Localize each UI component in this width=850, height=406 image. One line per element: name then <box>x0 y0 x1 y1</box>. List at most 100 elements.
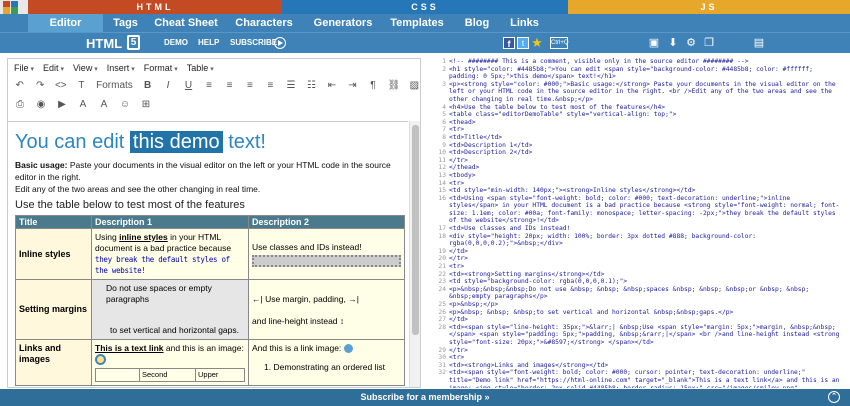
source-line[interactable]: 9 <td>Description 1</td> <box>435 142 843 150</box>
link-image[interactable] <box>343 344 353 354</box>
link-icon[interactable]: ⛓ <box>388 80 401 91</box>
subscribe-link[interactable]: SUBSCRIBE <box>230 38 277 47</box>
menu-table[interactable]: Table <box>187 63 214 73</box>
nav-tags[interactable]: Tags <box>103 14 148 32</box>
source-line[interactable]: 27 </td> <box>435 316 843 324</box>
text-color-icon[interactable]: A <box>77 99 89 110</box>
section-html[interactable]: HTML <box>28 0 282 14</box>
source-line[interactable]: 23 <td style="background-color: rgba(0,0,… <box>435 278 843 286</box>
source-line[interactable]: 28 <td><span style="line-height: 35px;">&… <box>435 324 843 347</box>
indent-icon[interactable]: ⇥ <box>347 80 358 91</box>
nav-links[interactable]: Links <box>502 14 547 32</box>
text-link[interactable]: This is a text link <box>95 343 164 353</box>
menu-edit[interactable]: Edit <box>43 63 64 73</box>
source-line[interactable]: 13 <tbody> <box>435 172 843 180</box>
source-line[interactable]: 20 </tr> <box>435 255 843 263</box>
menu-view[interactable]: View <box>73 63 98 73</box>
download-icon[interactable]: ⬇ <box>667 37 679 49</box>
settings-icon[interactable]: ⚙ <box>685 37 697 49</box>
source-line[interactable]: 11 </tr> <box>435 157 843 165</box>
play-icon[interactable] <box>274 37 286 49</box>
nav-characters[interactable]: Characters <box>224 14 304 32</box>
image-icon[interactable]: ▨ <box>409 80 420 91</box>
brand-name[interactable]: HTML <box>86 36 122 51</box>
undo-icon[interactable]: ↶ <box>14 80 25 91</box>
paragraph-icon[interactable]: ¶ <box>367 80 378 91</box>
twitter-icon[interactable]: t <box>517 37 529 49</box>
source-line[interactable]: 24 <p>&nbsp;&nbsp;&nbsp;Do not use &nbsp;… <box>435 286 843 301</box>
scroll-top-icon[interactable]: ⌃ <box>828 391 840 403</box>
source-editor[interactable]: 1 <!-- ######## This is a comment, visibl… <box>435 58 843 388</box>
code-icon[interactable]: <> <box>55 80 67 91</box>
facebook-icon[interactable]: f <box>503 37 515 49</box>
source-line[interactable]: 1 <!-- ######## This is a comment, visibl… <box>435 58 843 66</box>
source-line[interactable]: 7 <tr> <box>435 126 843 134</box>
source-line[interactable]: 19 </td> <box>435 248 843 256</box>
source-line[interactable]: 30 <tr> <box>435 354 843 362</box>
source-line[interactable]: 6 <thead> <box>435 119 843 127</box>
table-icon[interactable]: ⊞ <box>140 99 152 110</box>
clear-format-icon[interactable]: T <box>76 80 87 91</box>
bg-color-icon[interactable]: A <box>98 99 110 110</box>
source-line[interactable]: 8 <td>Title</td> <box>435 134 843 142</box>
save-icon[interactable]: ▣ <box>648 37 660 49</box>
copy-icon[interactable]: ❐ <box>703 37 715 49</box>
source-line[interactable]: 3 <p><strong style="color: #000;">Basic u… <box>435 81 843 104</box>
ctrl-q-button[interactable]: Ctrl+Q <box>550 37 569 49</box>
formats-dropdown[interactable]: Formats <box>96 80 133 91</box>
nav-templates[interactable]: Templates <box>382 14 452 32</box>
justify-icon[interactable]: ≡ <box>265 80 276 91</box>
preview-icon[interactable]: ◉ <box>35 99 47 110</box>
source-line[interactable]: 10 <td>Description 2</td> <box>435 149 843 157</box>
document-content[interactable]: You can edit this demo text! Basic usage… <box>8 121 408 387</box>
outdent-icon[interactable]: ⇤ <box>326 80 337 91</box>
source-line[interactable]: 32 <td><span style="font-weight: bold; co… <box>435 369 843 388</box>
editor-scrollbar[interactable] <box>409 121 420 387</box>
notes-icon[interactable]: ▤ <box>753 37 765 49</box>
source-line[interactable]: 25 <p>&nbsp;</p> <box>435 301 843 309</box>
visual-editor[interactable]: File Edit View Insert Format Table ↶ ↷ <… <box>7 58 421 388</box>
bold-icon[interactable]: B <box>142 80 153 91</box>
source-line[interactable]: 21 <tr> <box>435 263 843 271</box>
numbered-list-icon[interactable]: ☷ <box>306 80 317 91</box>
underline-icon[interactable]: U <box>183 80 194 91</box>
italic-icon[interactable]: I <box>162 80 173 91</box>
source-line[interactable]: 2 <h1 style="color: #4485b8;">You can edi… <box>435 66 843 81</box>
help-link[interactable]: HELP <box>198 38 219 47</box>
source-line[interactable]: 22 <td><strong>Setting margins</strong></… <box>435 271 843 279</box>
media-icon[interactable]: ▶ <box>56 99 68 110</box>
insert-toolbar: ⎙ ◉ ▶ A A ☺ ⊞ <box>8 95 420 114</box>
source-line[interactable]: 12 </thead> <box>435 164 843 172</box>
nav-editor[interactable]: Editor <box>28 14 103 32</box>
source-line[interactable]: 5 <table class="editorDemoTable" style="v… <box>435 111 843 119</box>
source-line[interactable]: 31 <td><strong>Links and images</strong><… <box>435 362 843 370</box>
subscribe-banner[interactable]: Subscribe for a membership » ⌃ <box>0 389 850 406</box>
redo-icon[interactable]: ↷ <box>34 80 45 91</box>
source-line[interactable]: 16 <td>Using <span style="font-weight: bo… <box>435 195 843 225</box>
demo-link[interactable]: DEMO <box>164 38 188 47</box>
emoticon-icon[interactable]: ☺ <box>119 99 131 110</box>
source-line[interactable]: 4 <h4>Use the table below to test most of… <box>435 104 843 112</box>
source-line[interactable]: 14 <tr> <box>435 180 843 188</box>
site-logo[interactable] <box>0 0 28 14</box>
menu-format[interactable]: Format <box>144 63 178 73</box>
source-line[interactable]: 29 </tr> <box>435 347 843 355</box>
source-line[interactable]: 17 <td>Use classes and IDs instead! <box>435 225 843 233</box>
align-left-icon[interactable]: ≡ <box>203 80 214 91</box>
source-line[interactable]: 15 <td style="min-width: 140px;"><strong>… <box>435 187 843 195</box>
nav-generators[interactable]: Generators <box>304 14 382 32</box>
bullet-list-icon[interactable]: ☰ <box>285 80 296 91</box>
align-right-icon[interactable]: ≡ <box>244 80 255 91</box>
align-center-icon[interactable]: ≡ <box>224 80 235 91</box>
section-css[interactable]: CSS <box>282 0 568 14</box>
menu-file[interactable]: File <box>14 63 34 73</box>
print-icon[interactable]: ⎙ <box>14 99 26 110</box>
section-js[interactable]: JS <box>568 0 850 14</box>
nav-cheat-sheet[interactable]: Cheat Sheet <box>148 14 224 32</box>
nav-blog[interactable]: Blog <box>452 14 502 32</box>
source-line[interactable]: 26 <p>&nbsp; &nbsp; &nbsp;to set vertical… <box>435 309 843 317</box>
source-line[interactable]: 18 <div style="height: 20px; width: 100%;… <box>435 233 843 248</box>
star-icon[interactable]: ★ <box>531 36 543 49</box>
menu-insert[interactable]: Insert <box>107 63 135 73</box>
basic-usage-paragraph: Basic usage: Paste your documents in the… <box>15 160 391 194</box>
